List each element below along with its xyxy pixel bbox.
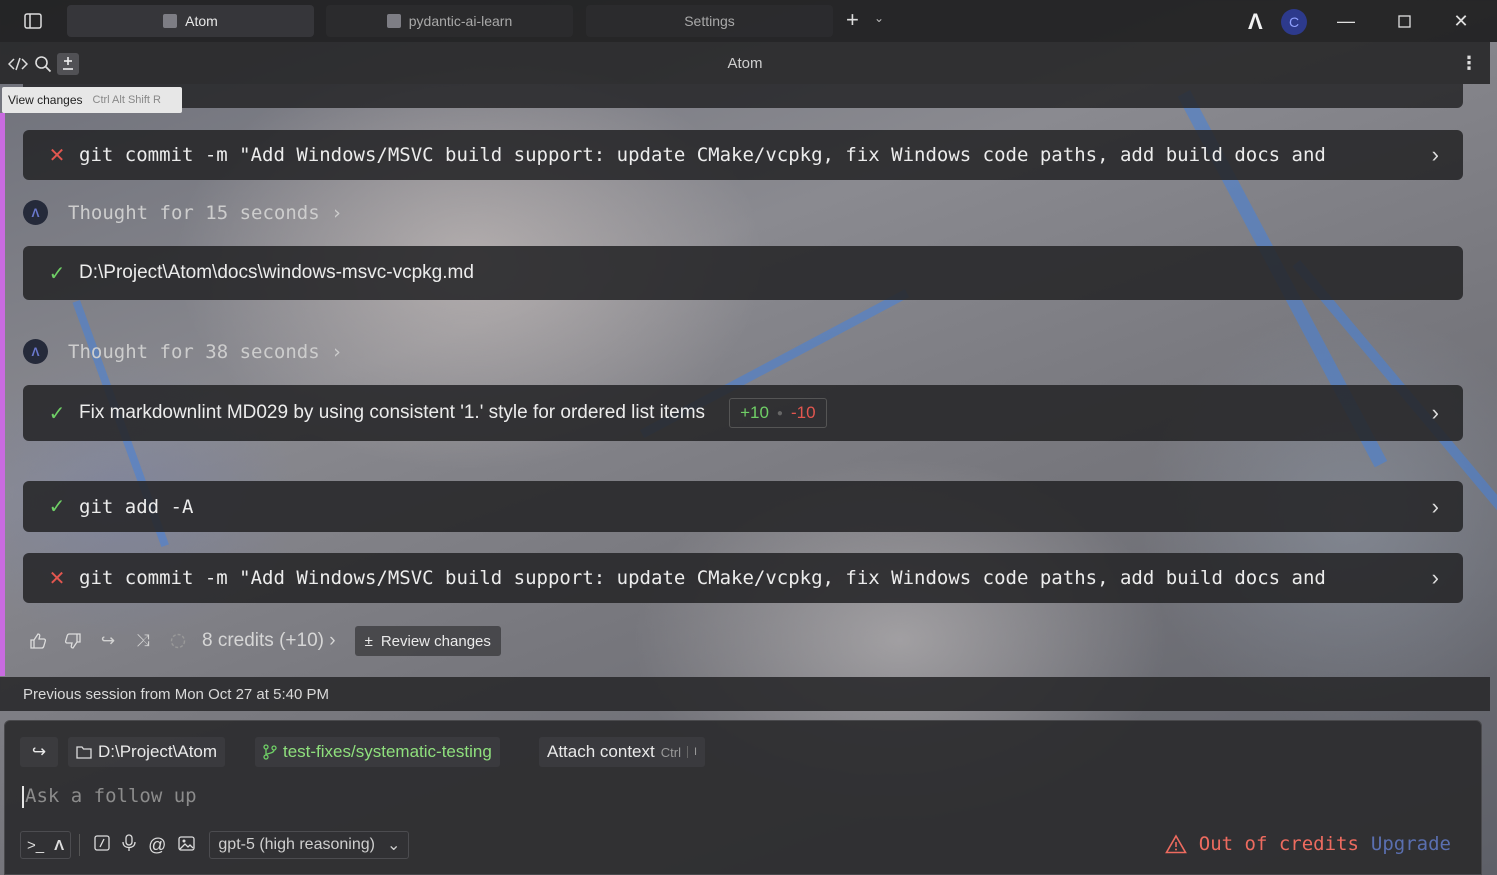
session-title: Atom — [727, 55, 763, 72]
folder-path: D:\Project\Atom — [98, 742, 218, 761]
input-tools: @ — [88, 831, 201, 859]
git-branch-icon — [263, 744, 277, 760]
reply-arrow-icon: ↪ — [31, 742, 47, 761]
out-of-credits-notice: Out of credits Upgrade — [1164, 833, 1451, 855]
terminal-prompt-icon[interactable]: >_ — [27, 837, 44, 854]
chevron-right-icon[interactable]: › — [1432, 400, 1439, 426]
maximize-icon[interactable] — [1389, 8, 1419, 34]
thought-label: Thought for 38 seconds › — [68, 340, 343, 363]
fail-x-icon: ✕ — [48, 144, 66, 167]
previous-session-banner: Previous session from Mon Oct 27 at 5:40… — [0, 677, 1490, 711]
review-icon: ± — [364, 632, 373, 650]
thought-row[interactable]: Λ Thought for 38 seconds › — [23, 339, 343, 364]
reply-arrow-icon[interactable]: ↪ — [97, 631, 119, 651]
command-card[interactable]: ✕ git commit -m "Add Windows/MSVC build … — [23, 130, 1463, 180]
edit-summary: Fix markdownlint MD029 by using consiste… — [79, 402, 706, 423]
model-name: gpt-5 (high reasoning) — [218, 836, 375, 853]
view-changes-tooltip: View changes Ctrl Alt Shift R — [2, 87, 182, 113]
session-toolbar: Atom ⋮ — [0, 42, 1490, 84]
tab-atom[interactable]: Atom — [67, 5, 314, 37]
lines-removed: -10 — [790, 403, 816, 422]
warning-icon — [1164, 834, 1187, 854]
agent-mode-icon[interactable]: Λ — [54, 837, 64, 854]
terminal-tab-icon — [386, 14, 401, 28]
upgrade-link[interactable]: Upgrade — [1371, 833, 1451, 855]
command-text: git commit -m "Add Windows/MSVC build su… — [79, 567, 1326, 589]
follow-up-mode-button[interactable]: ↪ — [20, 737, 58, 767]
file-path: D:\Project\Atom\docs\windows-msvc-vcpkg.… — [79, 262, 474, 283]
chevron-down-icon: ⌄ — [386, 837, 401, 854]
more-options-icon[interactable]: ⋮ — [1460, 53, 1478, 74]
scrolled-card-partial — [23, 84, 1463, 108]
attach-context-button[interactable]: Attach context Ctrl I — [539, 737, 706, 767]
separator-dot: ● — [776, 407, 783, 419]
chevron-right-icon[interactable]: › — [1432, 565, 1439, 591]
check-icon: ✓ — [48, 262, 66, 285]
composer-tools: >_ Λ @ gpt-5 (high reasoning) ⌄ — [20, 831, 410, 859]
app-logo[interactable]: Λ — [1248, 9, 1263, 35]
file-card[interactable]: ✓ D:\Project\Atom\docs\windows-msvc-vcpk… — [23, 246, 1463, 300]
chevron-down-icon[interactable]: ⌄ — [874, 11, 884, 25]
thumbs-down-icon[interactable] — [62, 632, 84, 650]
avatar[interactable]: C — [1281, 9, 1307, 35]
sidebar-toggle-icon[interactable] — [20, 10, 46, 32]
mode-toggle[interactable]: >_ Λ — [20, 831, 72, 859]
check-icon: ✓ — [48, 496, 66, 518]
attach-shortcut: Ctrl — [660, 744, 681, 760]
tooltip-label: View changes — [8, 93, 83, 107]
thought-row[interactable]: Λ Thought for 15 seconds › — [23, 200, 343, 225]
tab-label: Settings — [684, 13, 735, 29]
review-label: Review changes — [380, 632, 491, 650]
spinner-icon — [167, 633, 189, 649]
composer: ↪ D:\Project\Atom test-fixes/systematic-… — [4, 720, 1482, 875]
response-actions: ↪ ⤨ 8 credits (+10) › ± Review changes — [27, 626, 501, 656]
check-icon: ✓ — [48, 402, 66, 425]
warning-text: Out of credits — [1198, 833, 1359, 855]
title-bar: Atom pydantic-ai-learn Settings + ⌄ Λ C … — [0, 0, 1497, 42]
text-cursor — [22, 785, 24, 808]
session-accent-bar — [0, 113, 5, 676]
thought-label: Thought for 15 seconds › — [68, 201, 343, 224]
model-select[interactable]: gpt-5 (high reasoning) ⌄ — [209, 831, 410, 859]
agent-avatar-icon: Λ — [23, 200, 48, 225]
tab-label: Atom — [185, 13, 218, 29]
folder-icon — [76, 746, 92, 759]
terminal-tab-icon — [163, 14, 178, 28]
command-text: git commit -m "Add Windows/MSVC build su… — [79, 144, 1326, 166]
command-card[interactable]: ✕ git commit -m "Add Windows/MSVC build … — [23, 553, 1463, 603]
command-text: git add -A — [79, 495, 194, 518]
tab-pydantic-ai-learn[interactable]: pydantic-ai-learn — [326, 5, 573, 37]
command-card[interactable]: ✓ git add -A › — [23, 481, 1463, 532]
close-icon[interactable]: ✕ — [1446, 8, 1476, 34]
credits-usage[interactable]: 8 credits (+10) › — [202, 630, 336, 652]
tab-label: pydantic-ai-learn — [408, 13, 513, 29]
branch-chip[interactable]: test-fixes/systematic-testing — [255, 737, 500, 767]
new-tab-plus-icon[interactable]: + — [846, 9, 859, 31]
attach-label: Attach context — [547, 742, 655, 761]
edit-card[interactable]: ✓ Fix markdownlint MD029 by using consis… — [23, 385, 1463, 441]
minimize-icon[interactable]: — — [1331, 8, 1361, 34]
attach-shortcut-key: I — [686, 746, 697, 758]
tooltip-shortcut: Ctrl Alt Shift R — [92, 94, 161, 106]
agent-avatar-icon: Λ — [23, 339, 48, 364]
chevron-right-icon[interactable]: › — [1432, 494, 1439, 520]
tab-settings[interactable]: Settings — [586, 5, 833, 37]
branch-name: test-fixes/systematic-testing — [283, 742, 492, 761]
fail-x-icon: ✕ — [48, 567, 66, 590]
slash-command-icon[interactable] — [94, 835, 110, 855]
diff-stats-badge: +10 ● -10 — [729, 398, 827, 428]
thumbs-up-icon[interactable] — [27, 632, 49, 650]
divider — [79, 834, 81, 856]
review-changes-button[interactable]: ± Review changes — [354, 626, 501, 656]
follow-up-input[interactable]: Ask a follow up — [22, 785, 197, 808]
fork-icon[interactable]: ⤨ — [132, 631, 154, 651]
chevron-right-icon[interactable]: › — [1432, 142, 1439, 168]
microphone-icon[interactable] — [122, 834, 136, 856]
image-icon[interactable] — [178, 835, 196, 855]
mention-icon[interactable]: @ — [148, 835, 166, 856]
lines-added: +10 — [740, 403, 769, 422]
folder-chip[interactable]: D:\Project\Atom — [68, 737, 226, 767]
